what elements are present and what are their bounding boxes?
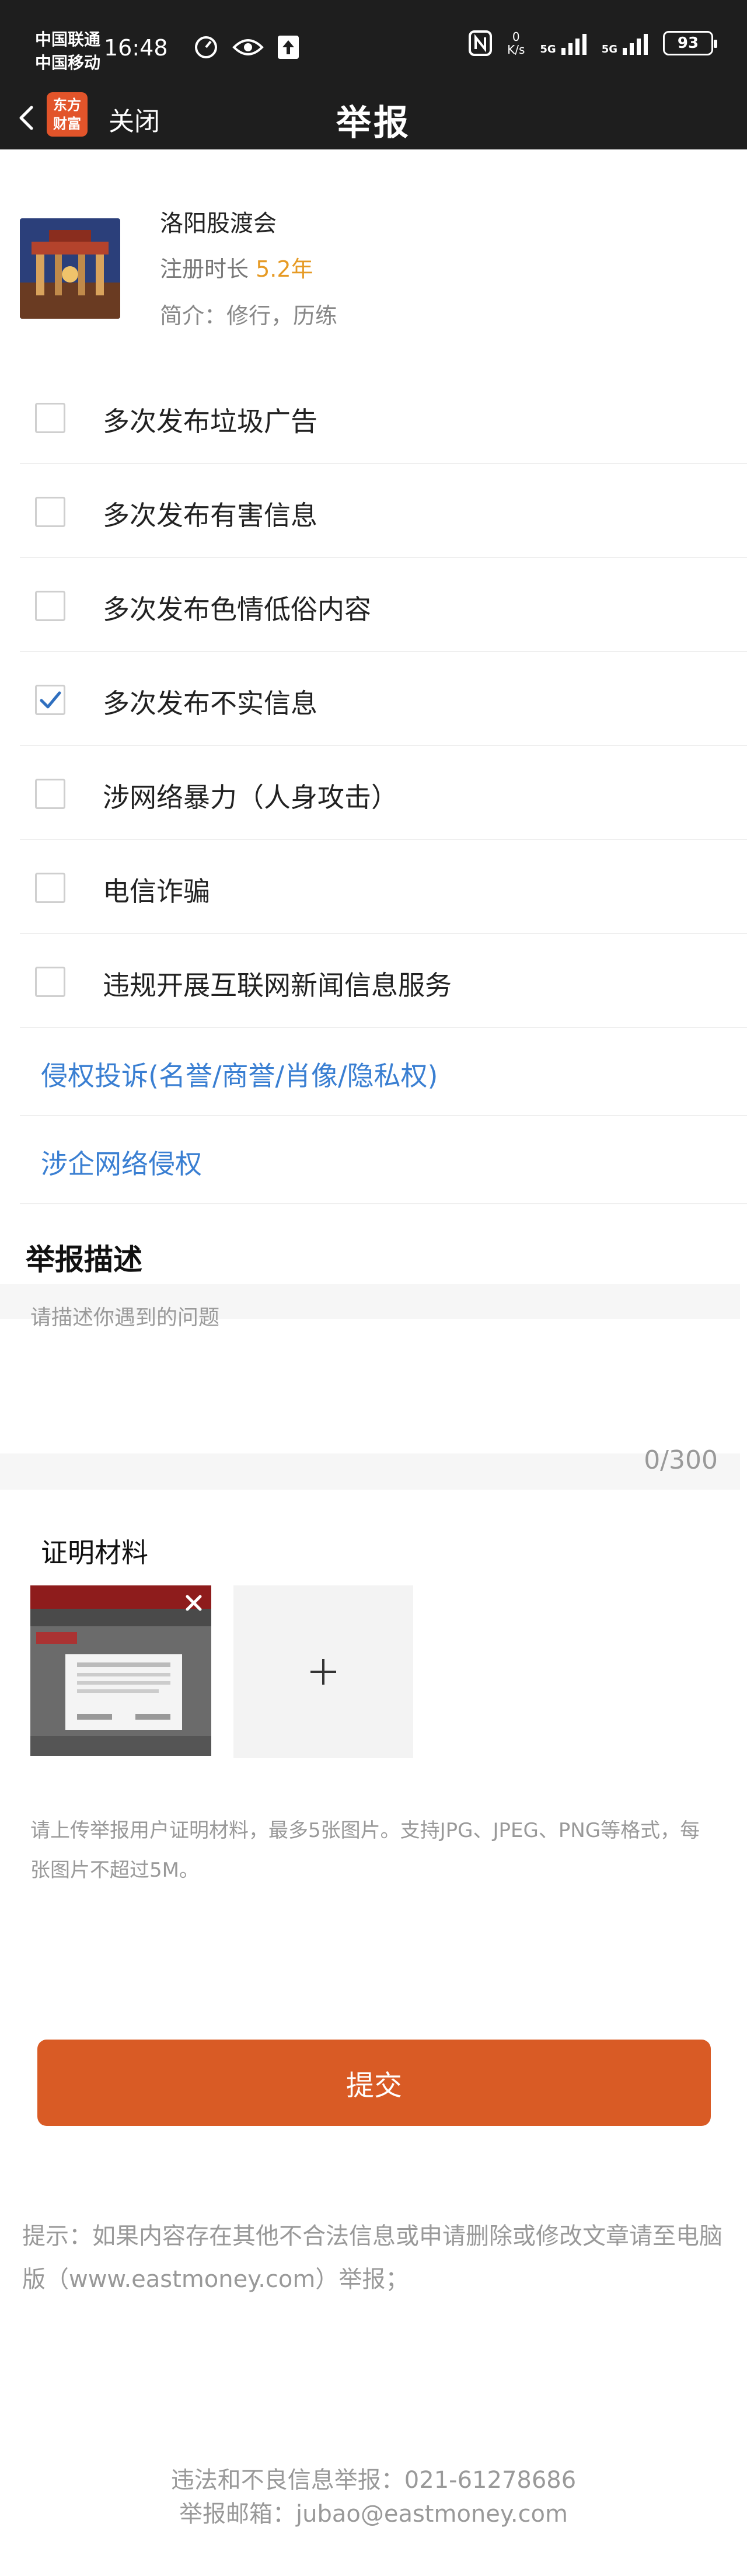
status-left-icons — [193, 34, 300, 61]
footer: 违法和不良信息举报：021-61278686 举报邮箱：jubao@eastmo… — [0, 2463, 747, 2531]
reason-option[interactable]: 涉网络暴力（人身攻击） — [20, 746, 747, 840]
report-email: 举报邮箱：jubao@eastmoney.com — [179, 2501, 568, 2528]
reason-option[interactable]: 多次发布垃圾广告 — [20, 370, 747, 464]
checkbox[interactable] — [35, 497, 65, 527]
carrier-1: 中国联通 — [35, 30, 101, 49]
description-title: 举报描述 — [26, 1243, 142, 1277]
add-image-button[interactable] — [233, 1585, 413, 1758]
reason-label: 涉网络暴力（人身攻击） — [103, 782, 398, 813]
reason-label: 多次发布不实信息 — [103, 688, 317, 719]
reason-label: 多次发布垃圾广告 — [103, 406, 317, 437]
checkmark-icon — [40, 691, 61, 709]
avatar — [20, 218, 120, 319]
top-bar: 中国联通 中国移动 16:48 0 K/s 5G 5G 93 东方 财富 关闭 … — [0, 0, 747, 149]
upload-hint: 请上传举报用户证明材料，最多5张图片。支持JPG、JPEG、PNG等格式，每张图… — [30, 1819, 700, 1882]
nav-bar: 东方 财富 关闭 举报 — [0, 88, 747, 149]
reason-option[interactable]: 违规开展互联网新闻信息服务 — [20, 934, 747, 1028]
nfc-icon — [469, 30, 493, 56]
eye-icon — [232, 36, 264, 59]
checkbox[interactable] — [35, 591, 65, 621]
carrier-2: 中国移动 — [35, 53, 101, 72]
checkbox-checked[interactable] — [35, 685, 65, 715]
status-bar: 中国联通 中国移动 16:48 0 K/s 5G 5G 93 — [0, 0, 747, 99]
page-title: 举报 — [336, 103, 411, 144]
checkbox[interactable] — [35, 873, 65, 903]
upload-icon — [277, 34, 300, 60]
checkbox[interactable] — [35, 779, 65, 809]
reason-option[interactable]: 多次发布色情低俗内容 — [20, 558, 747, 652]
net-speed: 0 K/s — [507, 30, 525, 57]
infringement-complaint-link[interactable]: 侵权投诉(名誉/商誉/肖像/隐私权) — [20, 1028, 747, 1116]
reason-label: 电信诈骗 — [103, 876, 210, 907]
reason-option[interactable]: 多次发布有害信息 — [20, 464, 747, 558]
user-intro: 简介：修行，历练 — [160, 303, 338, 329]
link-label[interactable]: 侵权投诉(名誉/商誉/肖像/隐私权) — [41, 1055, 438, 1093]
char-counter: 0/300 — [644, 1445, 718, 1475]
submit-button[interactable]: 提交 — [37, 2040, 711, 2126]
reason-label: 违规开展互联网新闻信息服务 — [103, 970, 452, 1001]
reason-option[interactable]: 电信诈骗 — [20, 840, 747, 934]
enterprise-infringement-link[interactable]: 涉企网络侵权 — [20, 1116, 747, 1204]
battery-icon: 93 — [663, 31, 717, 55]
tip-text: 提示：如果内容存在其他不合法信息或申请删除或修改文章请至电脑版（www.east… — [22, 2223, 722, 2293]
reason-label: 多次发布有害信息 — [103, 500, 317, 531]
evidence-thumbnail[interactable] — [30, 1585, 211, 1756]
report-reasons-list: 多次发布垃圾广告 多次发布有害信息 多次发布色情低俗内容 多次发布不实信息 涉网… — [20, 370, 747, 1204]
link-label[interactable]: 涉企网络侵权 — [41, 1143, 202, 1181]
report-phone: 违法和不良信息举报：021-61278686 — [170, 2467, 577, 2494]
description-box: 0/300 — [0, 1284, 740, 1490]
remove-image-icon[interactable] — [182, 1591, 205, 1615]
reason-option[interactable]: 多次发布不实信息 — [20, 652, 747, 746]
reported-user-profile: 洛阳股渡会 注册时长 5.2年 简介：修行，历练 — [20, 204, 720, 350]
signal-2-icon: 5G — [602, 32, 648, 55]
reason-label: 多次发布色情低俗内容 — [103, 594, 371, 625]
checkbox[interactable] — [35, 967, 65, 997]
plus-icon — [310, 1659, 336, 1685]
timer-icon — [193, 34, 219, 61]
checkbox[interactable] — [35, 403, 65, 433]
user-name: 洛阳股渡会 — [160, 210, 277, 237]
evidence-title: 证明材料 — [41, 1537, 148, 1568]
registration-duration: 注册时长 5.2年 — [160, 256, 313, 282]
status-time: 16:48 — [104, 35, 168, 61]
status-right-icons: 0 K/s 5G 5G 93 — [469, 30, 717, 57]
description-input[interactable] — [30, 1301, 707, 1429]
signal-1-icon: 5G — [540, 32, 587, 55]
carrier-info: 中国联通 中国移动 — [35, 28, 100, 75]
